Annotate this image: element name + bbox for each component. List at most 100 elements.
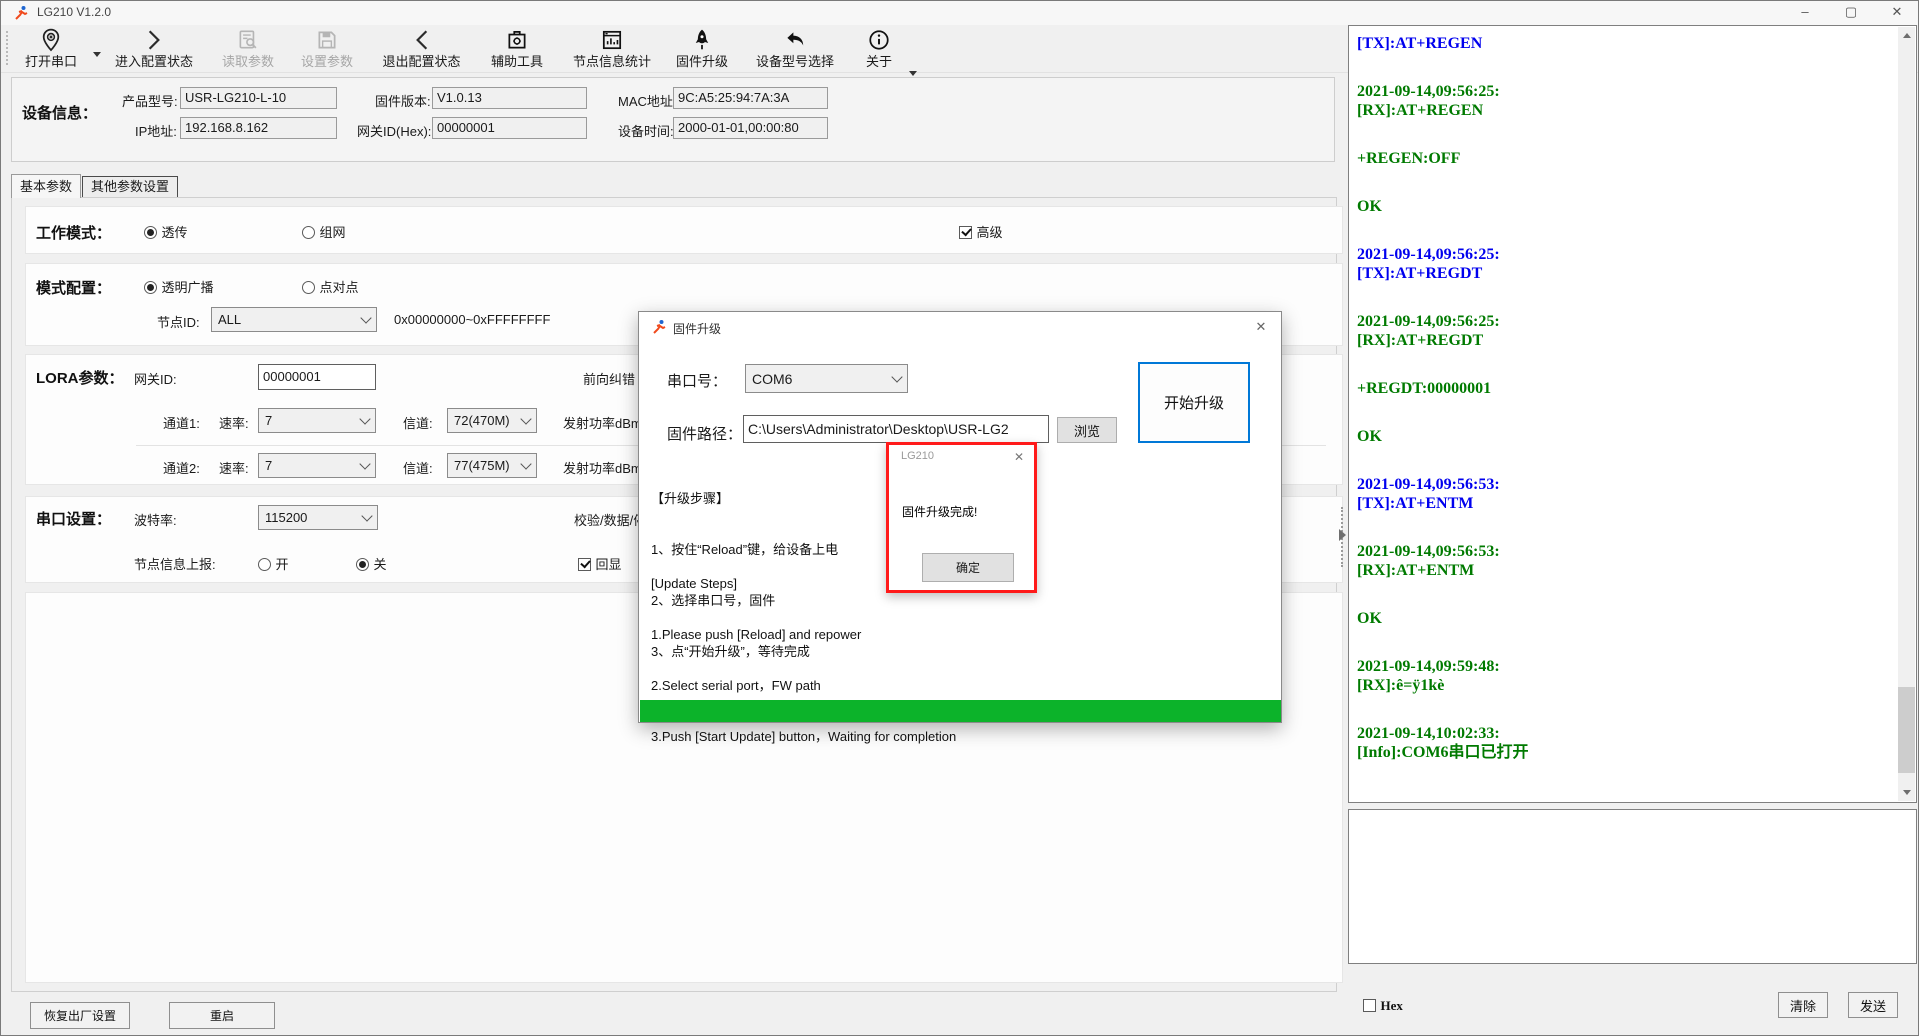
about-dropdown-caret[interactable] [909, 71, 917, 76]
node-id-hint: 0x00000000~0xFFFFFFFF [394, 312, 550, 327]
msgbox-ok-button[interactable]: 确定 [922, 553, 1014, 582]
mac-address-field[interactable]: 9C:A5:25:94:7A:3A [673, 87, 828, 109]
toolbar-model-select[interactable]: 设备型号选择 [745, 26, 845, 70]
radio-label: 关 [373, 557, 386, 572]
node-report-on-radio[interactable]: 开 [258, 554, 288, 574]
broadcast-radio[interactable]: 透明广播 [144, 277, 213, 297]
clear-button[interactable]: 清除 [1778, 992, 1828, 1018]
lora-gateway-id-input[interactable]: 00000001 [258, 364, 376, 390]
toolbar-label: 关于 [855, 54, 903, 69]
channel2-rate-dropdown[interactable]: 7 [258, 453, 376, 478]
echo-checkbox[interactable]: 回显 [578, 554, 621, 574]
log-line: 2021-09-14,09:59:48: [1357, 657, 1896, 676]
toolbar-label: 固件升级 [669, 54, 735, 69]
lora-params-label: LORA参数： [36, 367, 124, 388]
dropdown-value: 7 [265, 458, 272, 473]
toolbar-node-stats[interactable]: 节点信息统计 [562, 26, 662, 70]
scroll-up-button[interactable] [1898, 27, 1915, 44]
radio-label: 点对点 [319, 280, 358, 295]
send-button[interactable]: 发送 [1848, 992, 1898, 1018]
ip-address-label: IP地址: [135, 121, 177, 140]
com-port-dropdown[interactable]: COM6 [745, 364, 908, 393]
toolbar-set-params[interactable]: 设置参数 [292, 26, 362, 70]
triangle-down-icon [1903, 790, 1911, 795]
baud-rate-label: 波特率: [134, 510, 177, 529]
minimize-button[interactable]: – [1782, 1, 1828, 25]
radio-label: 开 [275, 557, 288, 572]
log-line: 2021-09-14,09:56:25: [1357, 245, 1896, 264]
channel1-channel-dropdown[interactable]: 72(470M) [447, 408, 537, 433]
panel-splitter[interactable] [1338, 25, 1347, 990]
product-model-label: 产品型号: [122, 91, 178, 110]
open-serial-dropdown-caret[interactable] [93, 52, 101, 57]
msgbox-message: 固件升级完成! [902, 503, 977, 520]
ip-address-field[interactable]: 192.168.8.162 [180, 117, 337, 139]
log-line: [TX]:AT+REGDT [1357, 264, 1896, 283]
splitter-arrow-icon [1339, 529, 1346, 541]
firmware-path-input[interactable]: C:\Users\Administrator\Desktop\USR-LG2 [743, 415, 1049, 443]
radio-icon [258, 558, 271, 571]
hex-label: Hex [1380, 998, 1402, 1013]
baud-rate-dropdown[interactable]: 115200 [258, 505, 378, 530]
log-panel[interactable]: [TX]:AT+REGEN2021-09-14,09:56:25:[RX]:AT… [1348, 25, 1917, 803]
chevron-down-icon [520, 458, 531, 469]
advanced-checkbox[interactable]: 高级 [959, 222, 1002, 242]
start-upgrade-button[interactable]: 开始升级 [1138, 362, 1250, 443]
upgrade-complete-msgbox: LG210 ✕ 固件升级完成! 确定 [886, 442, 1037, 593]
gateway-id-hex-field[interactable]: 00000001 [432, 117, 587, 139]
log-line: +REGDT:00000001 [1357, 379, 1896, 398]
chevron-down-icon [361, 510, 372, 521]
chevron-right-icon [105, 28, 203, 54]
node-report-off-radio[interactable]: 关 [356, 554, 386, 574]
send-input-area[interactable] [1348, 809, 1917, 964]
scroll-down-button[interactable] [1898, 784, 1915, 801]
work-mode-passthrough-radio[interactable]: 透传 [144, 222, 187, 242]
toolbar-open-serial-port[interactable]: 打开串口 [13, 26, 89, 70]
product-model-field[interactable]: USR-LG210-L-10 [180, 87, 337, 109]
toolbar-firmware-upgrade[interactable]: 固件升级 [669, 26, 735, 70]
maximize-button[interactable]: ▢ [1828, 1, 1874, 25]
log-scrollbar[interactable] [1898, 27, 1915, 801]
point-to-point-radio[interactable]: 点对点 [302, 277, 358, 297]
chevron-down-icon [360, 312, 371, 323]
toolbar-read-params[interactable]: 读取参数 [211, 26, 285, 70]
toolbar-exit-config[interactable]: 退出配置状态 [371, 26, 472, 70]
toolbar-grip [6, 31, 11, 65]
node-report-label: 节点信息上报: [134, 554, 216, 573]
work-mode-card: 工作模式： 透传 组网 高级 [25, 206, 1343, 254]
toolbar-enter-config[interactable]: 进入配置状态 [105, 26, 203, 70]
lora-gateway-id-label: 网关ID: [134, 369, 177, 388]
radio-icon [302, 281, 315, 294]
log-line: [TX]:AT+REGEN [1357, 34, 1896, 53]
restart-button[interactable]: 重启 [169, 1002, 275, 1029]
factory-reset-button[interactable]: 恢复出厂设置 [30, 1002, 130, 1029]
gateway-id-hex-label: 网关ID(Hex): [357, 121, 431, 140]
channel2-channel-dropdown[interactable]: 77(475M) [447, 453, 537, 478]
dialog-close-icon[interactable]: ✕ [1247, 316, 1275, 338]
device-info-panel: 设备信息： 产品型号: USR-LG210-L-10 固件版本: V1.0.13… [11, 77, 1335, 162]
channel1-rate-dropdown[interactable]: 7 [258, 408, 376, 433]
log-line: 2021-09-14,10:02:33: [1357, 724, 1896, 743]
tab-other-params[interactable]: 其他参数设置 [82, 176, 178, 198]
device-time-field[interactable]: 2000-01-01,00:00:80 [673, 117, 828, 139]
hex-checkbox[interactable]: Hex [1363, 997, 1403, 1015]
channel-label: 信道: [403, 413, 433, 432]
tab-basic-params[interactable]: 基本参数 [11, 174, 81, 198]
work-mode-network-radio[interactable]: 组网 [302, 222, 345, 242]
node-id-dropdown[interactable]: ALL [211, 307, 377, 332]
scrollbar-thumb[interactable] [1898, 687, 1915, 773]
toolbar-about[interactable]: 关于 [855, 26, 903, 70]
firmware-version-field[interactable]: V1.0.13 [432, 87, 587, 109]
log-line: +REGEN:OFF [1357, 149, 1896, 168]
toolbar-label: 读取参数 [211, 54, 285, 69]
firmware-version-label: 固件版本: [375, 91, 431, 110]
close-button[interactable]: ✕ [1874, 1, 1919, 25]
stats-window-icon [562, 28, 662, 54]
serial-port-pin-icon [13, 28, 89, 54]
titlebar: LG210 V1.2.0 – ▢ ✕ [1, 1, 1918, 26]
radio-label: 透传 [161, 225, 187, 240]
toolbar-label: 打开串口 [13, 54, 89, 69]
browse-button[interactable]: 浏览 [1057, 417, 1117, 443]
msgbox-close-icon[interactable]: ✕ [1010, 448, 1028, 466]
toolbar-aux-tools[interactable]: 辅助工具 [482, 26, 552, 70]
